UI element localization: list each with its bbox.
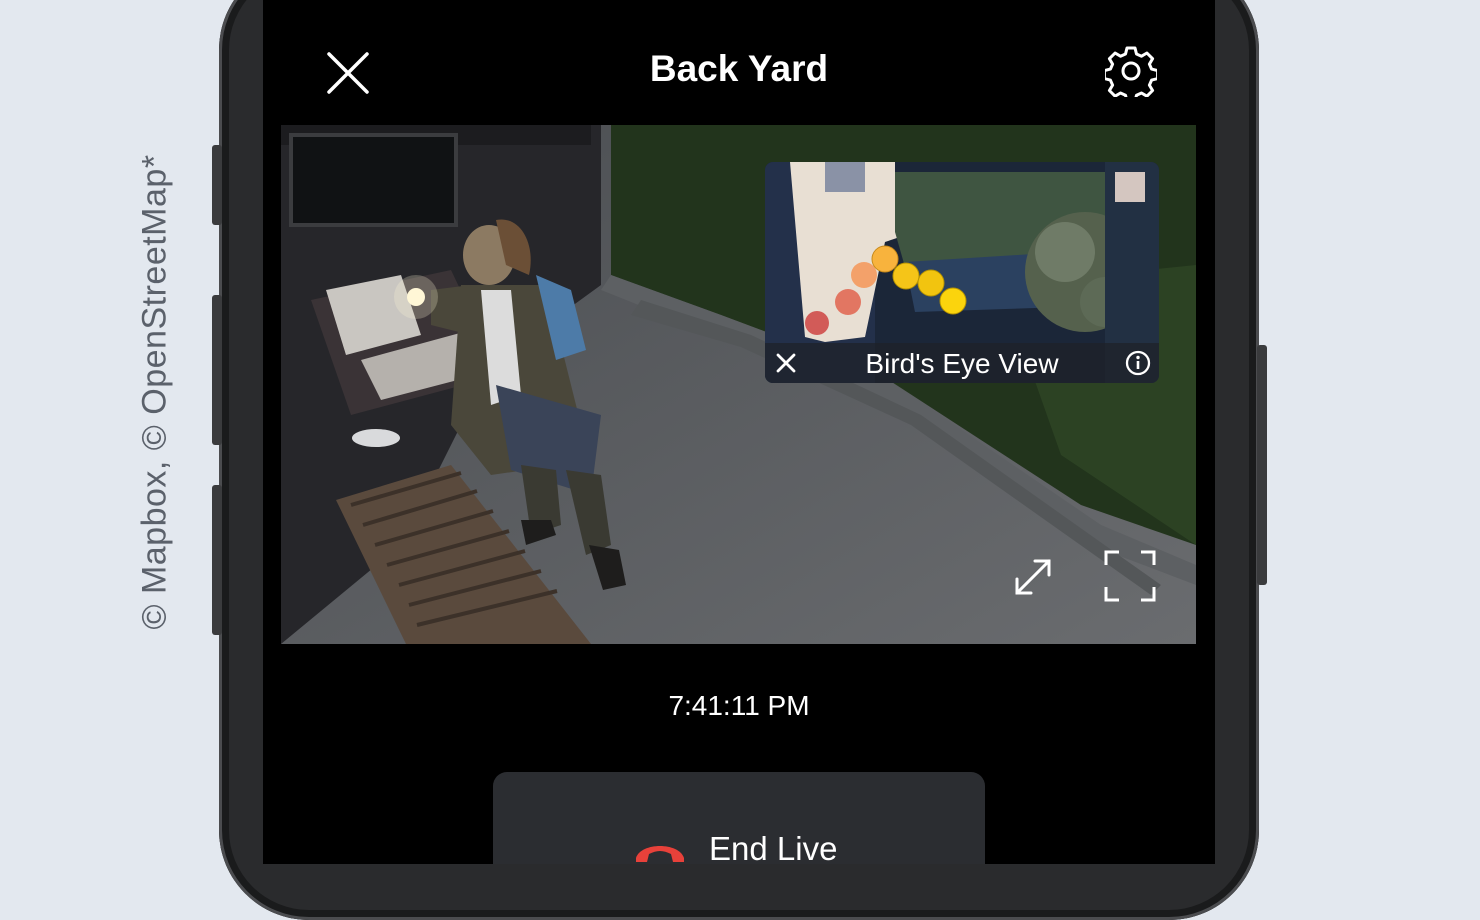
path-dot <box>917 269 945 297</box>
side-button-volume-up <box>212 295 222 445</box>
app-screen: Back Yard Bird's Eye View 7:41:11 PM End… <box>263 0 1215 864</box>
path-dot <box>805 311 829 335</box>
path-dot <box>851 262 877 288</box>
path-dot <box>892 262 920 290</box>
expand-button[interactable] <box>1011 555 1055 599</box>
live-timestamp: 7:41:11 PM <box>668 690 810 721</box>
birds-eye-info-button[interactable] <box>1125 350 1151 376</box>
end-live-button[interactable]: End Live <box>493 772 985 864</box>
side-button-power <box>1257 345 1267 585</box>
fullscreen-button[interactable] <box>1103 549 1157 603</box>
path-dot <box>939 287 967 315</box>
birds-eye-view-toolbar: Bird's Eye View <box>765 343 1159 383</box>
info-icon <box>1125 350 1151 376</box>
page-title: Back Yard <box>649 48 829 89</box>
end-live-label: End Live <box>709 830 838 864</box>
map-attribution: © Mapbox, © OpenStreetMap* <box>135 154 174 630</box>
fullscreen-icon <box>1104 550 1156 602</box>
path-dot <box>871 245 899 273</box>
expand-arrows-icon <box>1015 559 1051 595</box>
birds-eye-view-panel[interactable]: Bird's Eye View <box>765 162 1159 383</box>
gear-icon <box>1102 46 1160 103</box>
side-button-mute <box>212 145 222 225</box>
birds-eye-view-label: Bird's Eye View <box>865 348 1059 379</box>
side-button-volume-down <box>212 485 222 635</box>
settings-button[interactable] <box>1102 45 1160 103</box>
path-dot <box>835 289 861 315</box>
hang-up-phone-icon <box>636 846 684 862</box>
